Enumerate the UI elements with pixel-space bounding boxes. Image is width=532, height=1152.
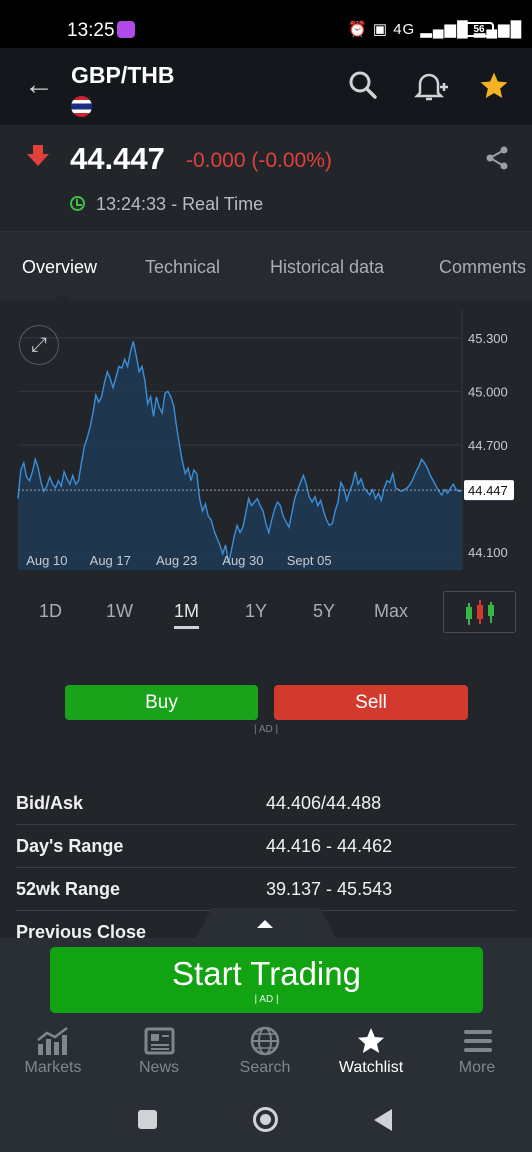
nav-news[interactable]: News [106, 1022, 212, 1085]
ad-label: | AD | [254, 724, 279, 735]
back-icon[interactable] [374, 1109, 392, 1131]
app-notification-icon [117, 21, 135, 38]
add-alert-icon[interactable] [413, 70, 448, 109]
price-change: -0.000 (-0.00%) [186, 149, 332, 172]
app-header: ← GBP/THB [0, 48, 532, 125]
share-icon[interactable] [484, 145, 510, 178]
start-trading-button[interactable]: Start Trading | AD | [50, 947, 483, 1013]
home-icon[interactable] [253, 1107, 278, 1132]
stat-value: 44.416 - 44.462 [266, 836, 393, 856]
instrument-title: GBP/THB [71, 62, 175, 88]
recent-apps-icon[interactable] [138, 1110, 157, 1129]
stat-label: Bid/Ask [16, 793, 84, 813]
start-trading-label: Start Trading [172, 955, 361, 992]
nav-watchlist[interactable]: Watchlist [318, 1022, 424, 1085]
nav-label: Search [239, 1059, 291, 1076]
buy-button[interactable]: Buy [65, 685, 258, 720]
stat-label: 52wk Range [16, 879, 121, 899]
system-navigation [0, 1085, 532, 1152]
battery-indicator: 56 [464, 22, 494, 37]
stat-row-days-range: Day's Range 44.416 - 44.462 [16, 825, 516, 868]
stat-row-bid-ask: Bid/Ask 44.406/44.488 [16, 782, 516, 825]
stat-label: Day's Range [16, 836, 124, 856]
status-icons: ⏰ ▣ 4G ▂▄▆█ ▂▄▆█ [348, 21, 523, 38]
tab-comments[interactable]: Comments [439, 257, 526, 278]
range-5y[interactable]: 5Y [313, 601, 335, 622]
menu-icon [464, 1030, 492, 1052]
x-tick-label: Aug 10 [26, 553, 67, 568]
range-1m[interactable]: 1M [174, 601, 200, 629]
tab-historical-data[interactable]: Historical data [270, 257, 384, 278]
stat-row-52wk-range: 52wk Range 39.137 - 45.543 [16, 868, 516, 911]
tab-overview[interactable]: Overview [22, 257, 97, 278]
collapse-handle[interactable] [195, 908, 337, 940]
status-time: 13:25 [67, 20, 115, 41]
range-1y[interactable]: 1Y [245, 601, 267, 622]
candlestick-toggle-button[interactable] [443, 591, 516, 633]
nav-label: Watchlist [338, 1059, 404, 1076]
status-bar: 13:25 ⏰ ▣ 4G ▂▄▆█ ▂▄▆█ 56 [0, 0, 532, 48]
ad-label: | AD | [254, 994, 279, 1005]
sell-button[interactable]: Sell [274, 685, 468, 720]
network-label: 4G [393, 21, 416, 38]
nav-more[interactable]: More [424, 1022, 530, 1085]
y-tick-label: 44.100 [468, 545, 508, 560]
time-range-selector: 1D 1W 1M 1Y 5Y Max [0, 588, 532, 638]
star-icon[interactable] [478, 70, 510, 109]
y-tick-label: 45.000 [468, 384, 508, 399]
tab-bar: Overview Technical Historical data Comme… [0, 232, 532, 300]
thailand-flag-icon [71, 96, 92, 117]
price-chart-svg: 45.300 45.000 44.700 44.100 44.447 Aug 10 Aug … [17, 310, 514, 570]
nav-search[interactable]: Search [212, 1022, 318, 1085]
x-tick-label: Aug 23 [156, 553, 197, 568]
globe-icon [250, 1026, 280, 1056]
star-icon [358, 1028, 384, 1053]
nav-label: News [138, 1059, 179, 1076]
quote-panel: 44.447 -0.000 (-0.00%) 13:24:33 - Real T… [0, 125, 532, 232]
current-price-label: 44.447 [468, 483, 508, 498]
quote-timestamp: 13:24:33 - Real Time [96, 194, 264, 214]
search-icon[interactable] [348, 70, 378, 107]
candlestick-icon [466, 600, 494, 625]
y-tick-label: 45.300 [468, 331, 508, 346]
range-max[interactable]: Max [374, 601, 408, 622]
tab-technical[interactable]: Technical [145, 257, 220, 278]
series-area [18, 341, 462, 570]
markets-icon [37, 1027, 68, 1055]
bottom-navigation: Markets News Search Watchlist More [0, 1022, 532, 1085]
down-arrow-icon [26, 145, 50, 174]
clock-icon [70, 196, 85, 211]
x-tick-label: Aug 30 [222, 553, 263, 568]
price-chart[interactable]: 45.300 45.000 44.700 44.100 44.447 Aug 10 Aug … [0, 300, 532, 580]
nav-label: More [458, 1059, 496, 1076]
range-1d[interactable]: 1D [39, 601, 62, 622]
nav-label: Markets [24, 1059, 82, 1076]
range-1w[interactable]: 1W [106, 601, 133, 622]
back-arrow-icon[interactable]: ← [24, 68, 54, 102]
x-tick-label: Sept 05 [287, 553, 332, 568]
caret-up-icon [257, 920, 273, 928]
nav-markets[interactable]: Markets [0, 1022, 106, 1085]
expand-chart-icon[interactable]: ⤢ [19, 325, 59, 365]
stat-value: 39.137 - 45.543 [266, 879, 393, 899]
news-icon [144, 1027, 175, 1055]
stat-value: 44.406/44.488 [266, 793, 382, 813]
last-price: 44.447 [70, 141, 165, 176]
x-tick-label: Aug 17 [90, 553, 131, 568]
y-tick-label: 44.700 [468, 438, 508, 453]
